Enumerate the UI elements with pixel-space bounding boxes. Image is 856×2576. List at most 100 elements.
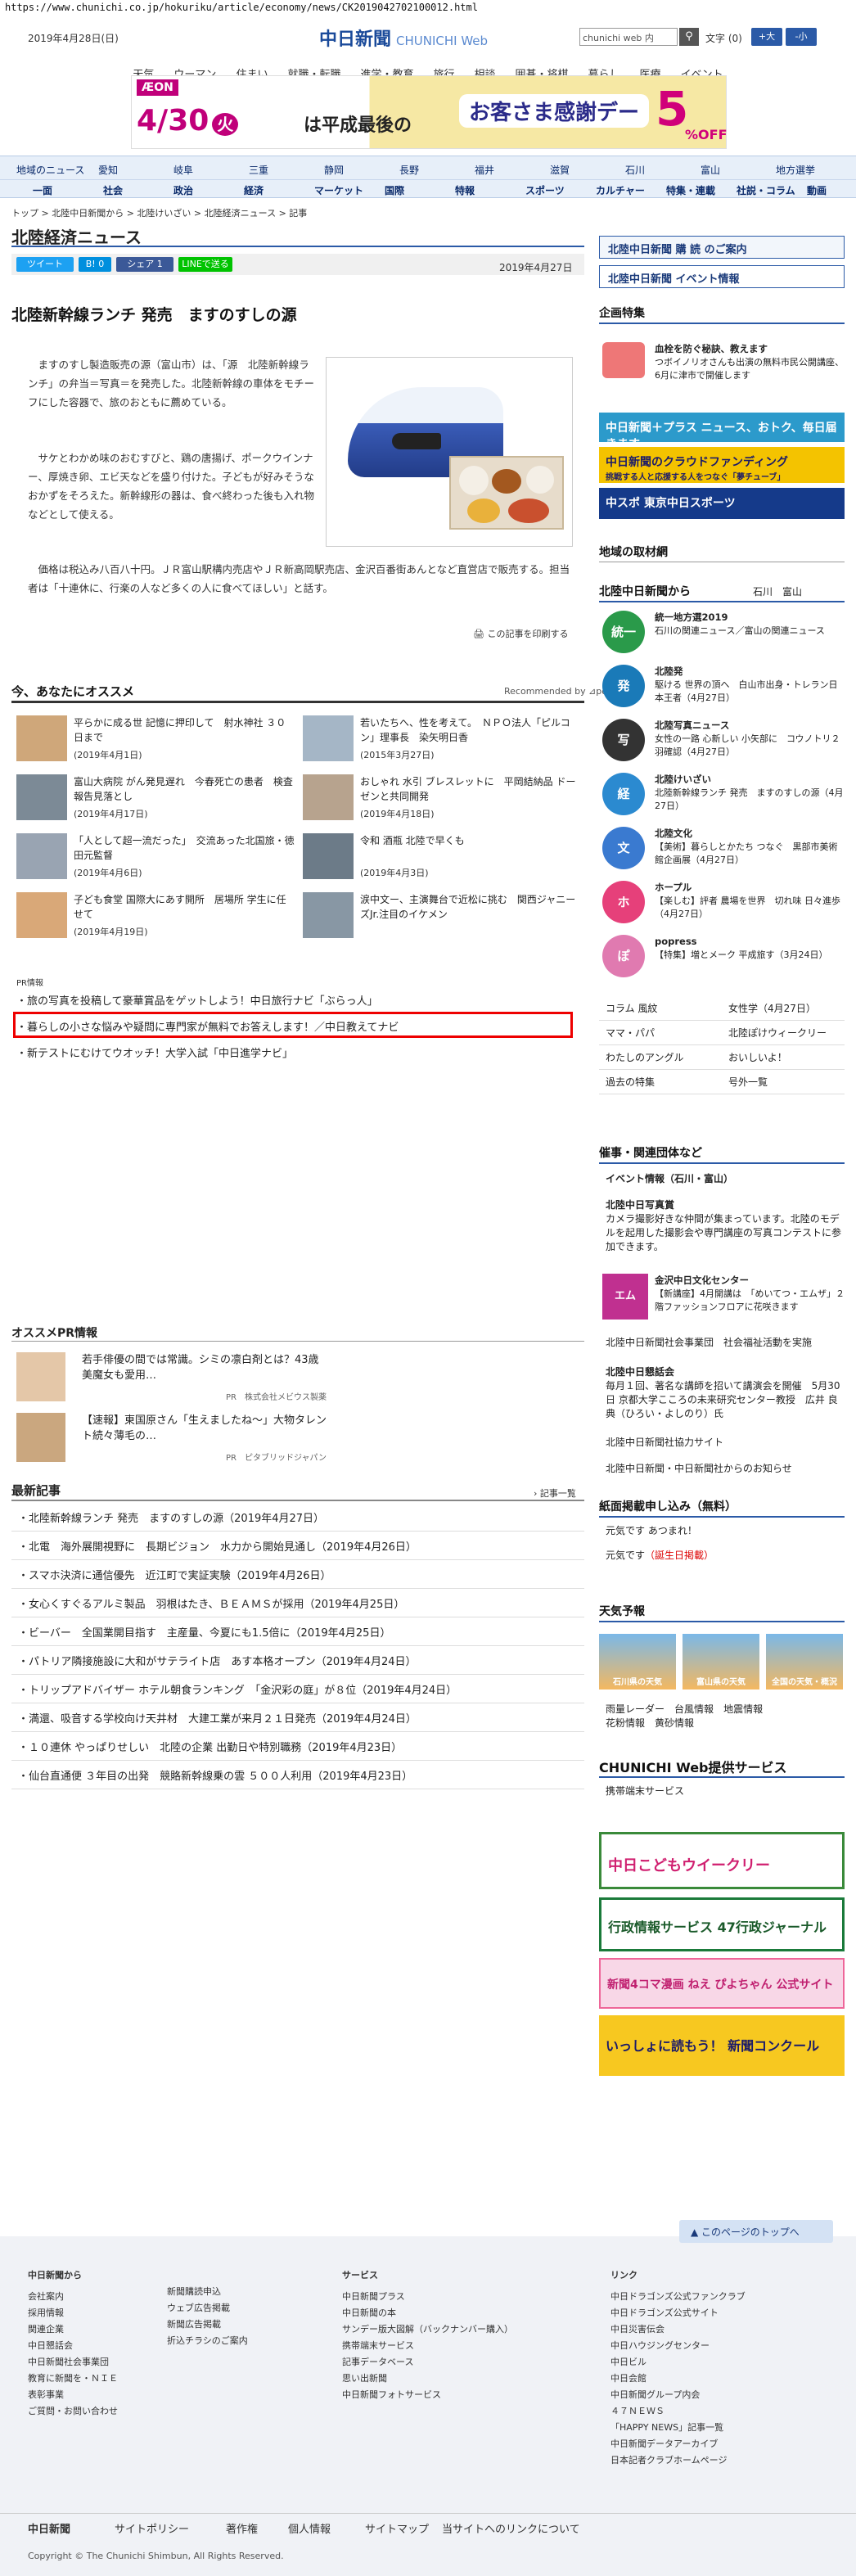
subnav-region-item[interactable]: 長野 (399, 163, 419, 177)
pr-link[interactable]: ・旅の写真を投稿して豪華賞品をゲットしよう！中日旅行ナビ「ぶらっ人」 (16, 992, 378, 1008)
feed-item[interactable]: 北陸けいざい 北陸新幹線ランチ 発売 ますのすしの源（4月27日） (655, 773, 845, 813)
reco-item[interactable]: 「人として超一流だった」 交流あった北国旅・徳田元監督 (2019年4月6日) (16, 833, 295, 884)
weather-national[interactable]: 全国の天気・概況 (766, 1634, 843, 1690)
feed-item[interactable]: popress 【特集】増とメーク 平成旅す（3月24日） (655, 935, 845, 962)
column-link[interactable]: わたしのアングル (606, 1051, 720, 1065)
subnav-category-item[interactable]: スポーツ (525, 183, 565, 197)
footer-link[interactable]: 採用情報 (28, 2305, 118, 2321)
ikusei-link[interactable]: 北陸中日新聞社協力サイト (606, 1436, 843, 1450)
latest-news-item[interactable]: ・仙台直通便 ３年目の出発 競賂新幹線乗の雲 ５００人利用（2019年4月23日… (18, 1767, 412, 1783)
subnav-category-item[interactable]: 一面 (33, 183, 52, 197)
aeon-ad-banner[interactable]: ÆON 4/30 火 は平成最後の お客さま感謝デー 5 %OFF (131, 75, 728, 149)
latest-news-item[interactable]: ・スマホ決済に通信優先 近江町で実証実験（2019年4月26日） (18, 1567, 331, 1582)
feed-item[interactable]: 統一地方選2019 石川の関連ニュース／富山の関連ニュース (655, 611, 845, 638)
crowdfunding-banner[interactable]: 中日新聞のクラウドファンディング 挑戦する人と応援する人をつなぐ「夢チューブ」 (599, 447, 845, 483)
chunichi-plus-banner[interactable]: 中日新聞＋プラス ニュース、おトク、毎日届きます (599, 413, 845, 451)
from-link-toyama[interactable]: 富山 (782, 586, 802, 598)
subnav-category-item[interactable]: 特集・連載 (666, 183, 715, 197)
subnav-category-item[interactable]: 政治 (173, 183, 193, 197)
footer-link[interactable]: 関連企業 (28, 2321, 118, 2338)
breadcrumb[interactable]: トップ > 北陸中日新聞から > 北陸けいざい > 北陸経済ニュース > 記事 (11, 206, 307, 219)
footer-link[interactable]: 中日ハウジングセンター (610, 2338, 746, 2354)
footer-link[interactable]: 教育に新聞を・ＮＩＥ (28, 2371, 118, 2387)
subnav-category-item[interactable]: カルチャー (596, 183, 645, 197)
font-plus-button[interactable]: +大 (751, 28, 782, 46)
footer-link[interactable]: 新聞広告掲載 (167, 2317, 248, 2333)
feed-item[interactable]: 北陸発 駆ける 世界の頂へ 白山市出身・トレラン日本王者（4月27日） (655, 665, 845, 705)
feed-item[interactable]: 北陸文化 【美術】暮らしとかたち つなぐ 黒部市美術館企画展（4月27日） (655, 827, 845, 867)
latest-news-item[interactable]: ・トリップアドバイザー ホテル朝食ランキング 「金沢彩の庭」が８位（2019年4… (18, 1681, 457, 1697)
footer-link[interactable]: 中日新聞フォトサービス (342, 2387, 513, 2403)
weather-toyama[interactable]: 富山県の天気 (683, 1634, 759, 1690)
weather-link[interactable]: 花粉情報 (606, 1717, 645, 1729)
footer-link[interactable]: 中日災害伝会 (610, 2321, 746, 2338)
latest-news-item[interactable]: ・ビーバー 全国業開目指す 主産量、今夏にも1.5倍に（2019年4月25日） (18, 1624, 390, 1640)
footer-logo[interactable]: 中日新聞 (28, 2520, 70, 2536)
url-bar[interactable]: https://www.chunichi.co.jp/hokuriku/arti… (0, 0, 856, 16)
site-logo[interactable]: 中日新聞 CHUNICHI Web (319, 25, 488, 51)
subnav-category-item[interactable]: 特報 (455, 183, 475, 197)
page-top-button[interactable]: ▲ このページのトップへ (679, 2220, 833, 2243)
footer-bottom-link[interactable]: 当サイトへのリンクについて (442, 2520, 580, 2536)
weather-link[interactable]: 地震情報 (723, 1703, 763, 1715)
facebook-share-button[interactable]: シェア 1 (116, 257, 173, 272)
column-link[interactable]: おいしいよ！ (728, 1051, 843, 1065)
latest-news-item[interactable]: ・満還、吸音する学校向け天井材 大建工業が来月２１日発売（2019年4月24日） (18, 1710, 417, 1726)
pr-ad-item[interactable]: 【速報】東国原さん「生えましたね～」大物タレント続々薄毛の… PR ピタブリッド… (16, 1413, 573, 1465)
column-link[interactable]: コラム 風紋 (606, 1002, 720, 1016)
reco-item[interactable]: 子ども食堂 国際大にあす開所 居場所 学生に任せて (2019年4月19日) (16, 892, 295, 943)
kikaku-item[interactable]: 血栓を防ぐ秘訣、教えます つボイノリオさんも出演の無料市民公開講座、6月に津市で開… (655, 342, 845, 382)
subscribe-button[interactable]: 北陸中日新聞 購 読 のご案内 (599, 236, 845, 259)
footer-bottom-link[interactable]: サイトマップ (365, 2520, 429, 2536)
footer-bottom-link[interactable]: 著作権 (226, 2520, 258, 2536)
nie-banner[interactable]: いっしょに読もう！ 新聞コンクール (599, 2015, 845, 2076)
footer-link[interactable]: 思い出新聞 (342, 2371, 513, 2387)
latest-news-item[interactable]: ・パトリア隣接施設に大和がサテライト店 あす本格オープン（2019年4月24日） (18, 1653, 417, 1668)
footer-link[interactable]: ご質問・お問い合わせ (28, 2403, 118, 2420)
weather-ishikawa[interactable]: 石川県の天気 (599, 1634, 676, 1690)
subnav-region-item[interactable]: 滋賀 (550, 163, 570, 177)
subnav-category-item[interactable]: マーケット (314, 183, 363, 197)
line-button[interactable]: LINEで送る (178, 257, 232, 272)
chuspo-banner[interactable]: 中スポ 東京中日スポーツ (599, 488, 845, 519)
reco-item[interactable]: 涙中文ー、主演舞台で近松に挑む 関西ジャニーズJr.注目のイケメン (303, 892, 581, 943)
latest-news-item[interactable]: ・北陸新幹線ランチ 発売 ますのすしの源（2019年4月27日） (18, 1509, 324, 1525)
kami-link-1[interactable]: 元気です あつまれ！ (606, 1524, 843, 1538)
kodomo-weekly-banner[interactable]: 中日こどもウイークリー (599, 1832, 845, 1889)
footer-bottom-link[interactable]: 個人情報 (288, 2520, 331, 2536)
footer-link[interactable]: 「HAPPY NEWS」記事一覧 (610, 2420, 746, 2436)
reco-item[interactable]: 平らかに成る世 記憶に押印して 射水神社 ３０日まで (2019年4月1日) (16, 715, 295, 766)
print-article-link[interactable]: 🖨 この記事を印刷する (473, 627, 568, 640)
reco-item[interactable]: おしゃれ 水引 ブレスレットに 平岡結納品 ドーゼンと共同開発 (2019年4月1… (303, 774, 581, 825)
photo-award-item[interactable]: 北陸中日写真賞 カメラ撮影好きな仲間が集まっています。北陸のモデルを起用した撮影会… (606, 1198, 843, 1254)
subnav-region-item[interactable]: 地方選挙 (776, 163, 815, 177)
footer-link[interactable]: 中日懇話会 (28, 2338, 118, 2354)
tweet-button[interactable]: ツイート (16, 257, 74, 272)
footer-link[interactable]: 記事データベース (342, 2354, 513, 2371)
subnav-category-item[interactable]: 社会 (103, 183, 123, 197)
from-link-ishikawa[interactable]: 石川 (753, 586, 773, 598)
subnav-region-item[interactable]: 岐阜 (173, 163, 193, 177)
pr-link[interactable]: ・新テストにむけてウオッチ！大学入試「中日進学ナビ」 (16, 1044, 293, 1060)
latest-more-link[interactable]: › 記事一覧 (534, 1487, 576, 1500)
footer-link[interactable]: 日本記者クラブホームページ (610, 2452, 746, 2469)
footer-link[interactable]: 中日ドラゴンズ公式サイト (610, 2305, 746, 2321)
weather-link[interactable]: 台風情報 (674, 1703, 714, 1715)
subnav-category-item[interactable]: 動画 (807, 183, 827, 197)
footer-link[interactable]: 会社案内 (28, 2289, 118, 2305)
column-link[interactable]: 号外一覧 (728, 1076, 843, 1089)
search-input[interactable]: chunichi web 内 (579, 28, 678, 46)
footer-link[interactable]: 折込チラシのご案内 (167, 2333, 248, 2349)
footer-link[interactable]: 中日ビル (610, 2354, 746, 2371)
footer-link[interactable]: 表彰事業 (28, 2387, 118, 2403)
reco-item[interactable]: 若いたちへ、性を考えて。 ＮＰＯ法人「ピルコン」理事長 染矢明日香 (2015年3… (303, 715, 581, 766)
footer-link[interactable]: 中日新聞社会事業団 (28, 2354, 118, 2371)
hatena-button[interactable]: B! 0 (79, 257, 111, 272)
footer-link[interactable]: 中日新聞データアーカイブ (610, 2436, 746, 2452)
subnav-category-item[interactable]: 国際 (385, 183, 404, 197)
pr-ad-item[interactable]: 若手俳優の間では常識。シミの凛白剤とは？43歳美魔女も愛用… PR 株式会社メビ… (16, 1352, 573, 1405)
column-link[interactable]: 女性学（4月27日） (728, 1002, 843, 1016)
footer-link[interactable]: 中日ドラゴンズ公式ファンクラブ (610, 2289, 746, 2305)
culture-item[interactable]: 金沢中日文化センター 【新講座】4月開講は 「めいてつ・エムザ」２階ファッションフ… (655, 1274, 845, 1314)
feed-item[interactable]: ホープル 【楽しむ】評者 農場を世界 切れ味 日々進歩（4月27日） (655, 881, 845, 921)
